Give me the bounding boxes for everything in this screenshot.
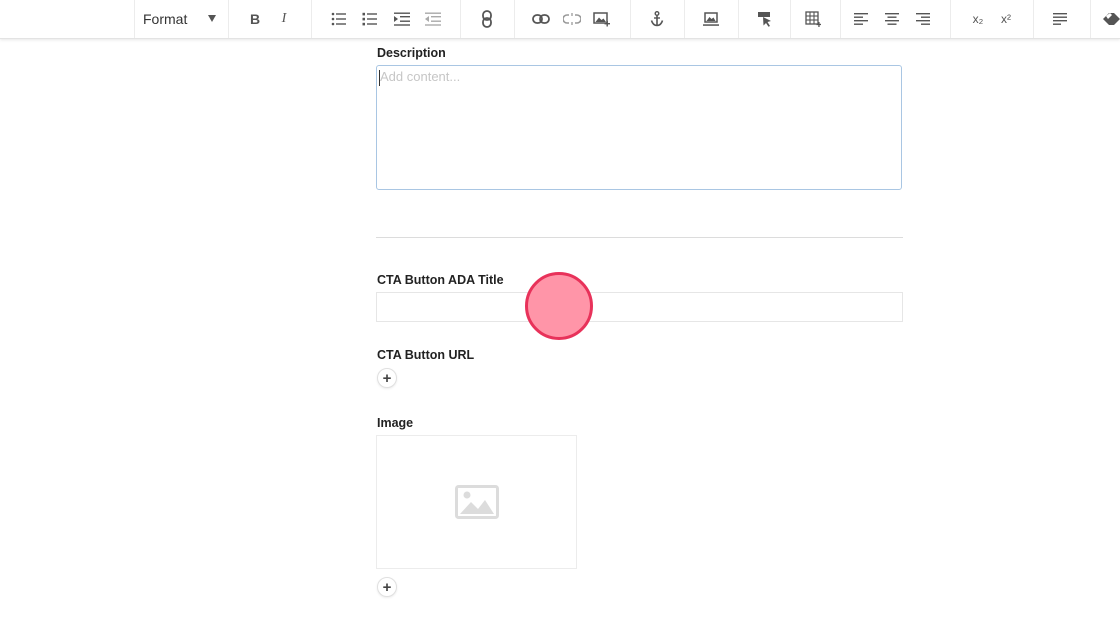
subscript-icon: x₂ [972,12,984,26]
description-label: Description [377,46,446,60]
align-right-button[interactable] [911,7,935,31]
align-right-icon [916,13,930,25]
image-placeholder-icon [454,485,499,519]
superscript-button[interactable]: x² [994,7,1018,31]
indent-icon [394,12,410,26]
unlink-icon [563,13,581,25]
plus-icon: + [382,578,392,596]
paragraph-format-button[interactable] [1048,7,1072,31]
anchor-icon [650,11,664,27]
align-center-button[interactable] [880,7,904,31]
insert-image-button[interactable] [590,7,614,31]
section-divider [376,237,903,238]
insert-table-button[interactable] [801,7,825,31]
superscript-icon: x² [1001,12,1011,26]
align-left-icon [854,13,868,25]
media-embed-button[interactable] [699,7,723,31]
cta-url-label: CTA Button URL [377,348,475,362]
script-group [950,0,1034,38]
image-placeholder[interactable] [376,435,577,569]
text-style-group [228,0,312,38]
bold-icon: B [249,11,261,27]
outdent-icon [425,12,441,26]
bullet-list-button[interactable] [327,7,351,31]
indent-button[interactable] [390,7,414,31]
align-left-button[interactable] [849,7,873,31]
image-label: Image [377,416,414,430]
anchor-button[interactable] [645,7,669,31]
numbered-list-button[interactable] [358,7,382,31]
description-editor[interactable]: Add content... [376,65,902,190]
format-dropdown-label: Format [143,11,188,27]
select-element-button[interactable] [753,7,777,31]
anchor-link-button[interactable] [475,7,499,31]
click-indicator [525,272,593,340]
align-center-icon [885,13,899,25]
image-add-icon [593,12,610,27]
description-placeholder: Add content... [380,69,461,84]
chain-vertical-icon [482,10,492,28]
outdent-button[interactable] [421,7,445,31]
cta-title-label: CTA Button ADA Title [377,273,504,287]
add-cta-url-button[interactable]: + [377,368,397,388]
eraser-icon [1103,13,1120,25]
bold-button[interactable]: B [243,7,267,31]
table-add-icon [805,11,821,27]
add-image-button[interactable]: + [377,577,397,597]
unlink-button[interactable] [560,7,584,31]
italic-icon: I [281,11,287,26]
bullet-list-icon [331,12,346,26]
plus-icon: + [382,369,392,387]
editor-toolbar: Format B I x₂ x² [0,0,1120,39]
insert-link-button[interactable] [529,7,553,31]
numbered-list-icon [362,12,377,26]
clear-formatting-button[interactable] [1100,7,1120,31]
italic-button[interactable]: I [272,7,296,31]
cta-title-input[interactable] [376,292,903,322]
link-icon [532,14,550,24]
chevron-down-icon [208,15,216,22]
subscript-button[interactable]: x₂ [966,7,990,31]
paragraph-icon [1053,13,1067,25]
pointer-select-icon [758,12,771,27]
media-image-icon [703,11,719,26]
